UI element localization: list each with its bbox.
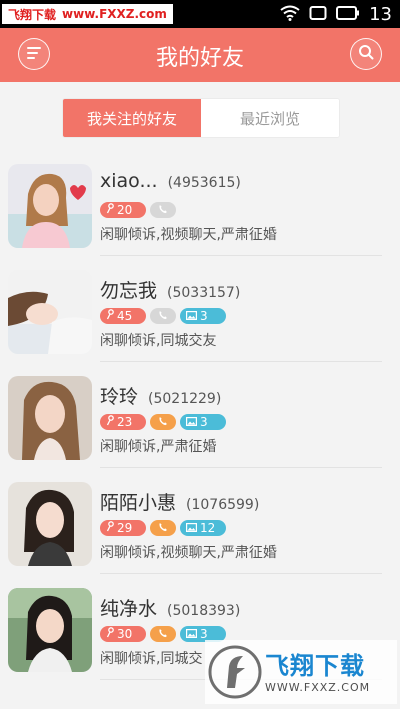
phone-icon xyxy=(158,627,168,641)
page-title: 我的好友 xyxy=(155,46,244,71)
friend-name: xiao... xyxy=(100,170,158,192)
friend-row[interactable]: xiao... (4953615) 20 闲聊倾诉,视频聊天,严肃征婚 xyxy=(0,150,400,256)
friend-row[interactable]: 玲玲 (5021229) 23 3 闲聊倾诉,严肃征婚 xyxy=(0,362,400,468)
friend-id: (5033157) xyxy=(167,285,241,301)
fxxz-logo-icon xyxy=(205,642,265,702)
avatar[interactable] xyxy=(8,376,92,460)
friend-list: xiao... (4953615) 20 闲聊倾诉,视频聊天,严肃征婚 勿忘我 … xyxy=(0,150,400,680)
count-value: 23 xyxy=(117,415,133,429)
count-value: 45 xyxy=(117,309,133,323)
watermark-bottom: 飞翔下载 WWW.FXXZ.COM xyxy=(205,640,397,704)
phone-badge xyxy=(150,626,176,642)
follower-count-badge: 29 xyxy=(100,520,146,536)
avatar[interactable] xyxy=(8,270,92,354)
photo-count: 12 xyxy=(200,521,216,535)
battery-icon xyxy=(336,5,360,25)
photo-count: 3 xyxy=(200,415,208,429)
phone-badge xyxy=(150,520,176,536)
avatar[interactable] xyxy=(8,588,92,672)
phone-badge xyxy=(150,414,176,430)
phone-icon xyxy=(158,521,168,535)
key-icon xyxy=(106,203,114,217)
wifi-icon xyxy=(280,5,300,25)
watermark-top: 飞翔下载 www.FXXZ.com xyxy=(2,4,173,24)
photo-count-badge: 12 xyxy=(180,520,226,536)
photo-count: 3 xyxy=(200,309,208,323)
key-icon xyxy=(106,415,114,429)
segmented-tabs: 我关注的好友 最近浏览 xyxy=(62,98,340,138)
photo-icon xyxy=(186,521,198,535)
friend-row[interactable]: 勿忘我 (5033157) 45 3 闲聊倾诉,同城交友 xyxy=(0,256,400,362)
badge-group: 23 3 xyxy=(100,414,226,430)
phone-icon xyxy=(158,415,168,429)
follower-count-badge: 30 xyxy=(100,626,146,642)
interest-tags: 闲聊倾诉,视频聊天,严肃征婚 xyxy=(100,545,277,561)
photo-icon xyxy=(186,309,198,323)
watermark-text: 飞翔下载 xyxy=(8,7,57,22)
friend-id: (5021229) xyxy=(148,391,222,407)
friend-name: 勿忘我 xyxy=(100,280,158,302)
friend-name: 陌陌小惠 xyxy=(100,492,177,514)
photo-icon xyxy=(186,627,198,641)
tab-recently-viewed[interactable]: 最近浏览 xyxy=(201,99,339,137)
status-bar: 飞翔下载 www.FXXZ.com 13 xyxy=(0,0,400,28)
badge-group: 29 12 xyxy=(100,520,226,536)
count-value: 29 xyxy=(117,521,133,535)
status-icons: 13 xyxy=(280,4,392,25)
search-icon xyxy=(358,44,374,64)
signal-icon xyxy=(309,5,327,25)
friend-id: (5018393) xyxy=(167,603,241,619)
watermark-brand: 飞翔下载 xyxy=(265,651,365,680)
avatar[interactable] xyxy=(8,164,92,248)
interest-tags: 闲聊倾诉,严肃征婚 xyxy=(100,439,217,455)
follower-count-badge: 23 xyxy=(100,414,146,430)
interest-tags: 闲聊倾诉,视频聊天,严肃征婚 xyxy=(100,227,277,243)
photo-icon xyxy=(186,415,198,429)
key-icon xyxy=(106,627,114,641)
count-value: 20 xyxy=(117,203,133,217)
photo-count-badge: 3 xyxy=(180,308,226,324)
interest-tags: 闲聊倾诉,同城交 xyxy=(100,651,203,667)
key-icon xyxy=(106,309,114,323)
tab-followed-friends[interactable]: 我关注的好友 xyxy=(63,99,201,137)
key-icon xyxy=(106,521,114,535)
app-bar: 我的好友 xyxy=(0,28,400,82)
watermark-domain-bottom: WWW.FXXZ.COM xyxy=(265,680,371,694)
badge-group: 20 xyxy=(100,202,176,218)
count-value: 30 xyxy=(117,627,133,641)
friend-name: 纯净水 xyxy=(100,598,158,620)
phone-icon xyxy=(158,309,168,323)
friend-id: (1076599) xyxy=(186,497,260,513)
phone-badge xyxy=(150,308,176,324)
watermark-domain: www.FXXZ.com xyxy=(62,7,167,21)
follower-count-badge: 45 xyxy=(100,308,146,324)
status-clock: 13 xyxy=(369,4,392,25)
search-button[interactable] xyxy=(350,38,382,70)
follower-count-badge: 20 xyxy=(100,202,146,218)
friend-row[interactable]: 陌陌小惠 (1076599) 29 12 闲聊倾诉,视频聊天,严肃征婚 xyxy=(0,468,400,574)
phone-icon xyxy=(158,203,168,217)
badge-group: 45 3 xyxy=(100,308,226,324)
friend-name: 玲玲 xyxy=(100,386,139,408)
photo-count-badge: 3 xyxy=(180,414,226,430)
phone-badge xyxy=(150,202,176,218)
photo-count: 3 xyxy=(200,627,208,641)
friend-id: (4953615) xyxy=(167,175,241,191)
interest-tags: 闲聊倾诉,同城交友 xyxy=(100,333,217,349)
avatar[interactable] xyxy=(8,482,92,566)
